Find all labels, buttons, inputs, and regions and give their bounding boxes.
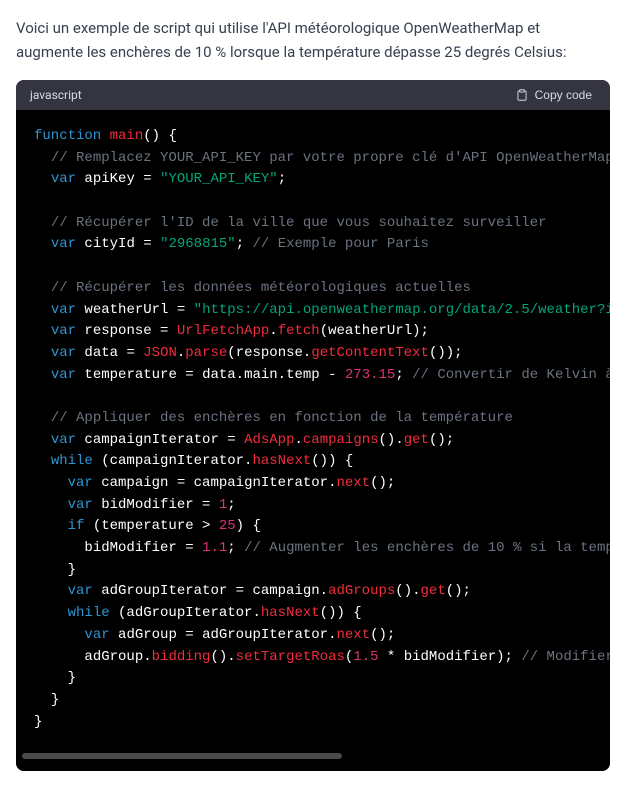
code-block: javascript Copy code function main() { /… bbox=[16, 80, 610, 771]
copy-code-label: Copy code bbox=[535, 88, 592, 102]
copy-code-button[interactable]: Copy code bbox=[511, 86, 596, 104]
scrollbar-thumb[interactable] bbox=[22, 753, 342, 759]
clipboard-icon bbox=[515, 88, 529, 102]
code-header: javascript Copy code bbox=[16, 80, 610, 110]
language-label: javascript bbox=[30, 88, 82, 102]
intro-text: Voici un exemple de script qui utilise l… bbox=[16, 16, 610, 64]
code-body[interactable]: function main() { // Remplacez YOUR_API_… bbox=[16, 110, 610, 749]
horizontal-scrollbar[interactable] bbox=[16, 749, 610, 771]
